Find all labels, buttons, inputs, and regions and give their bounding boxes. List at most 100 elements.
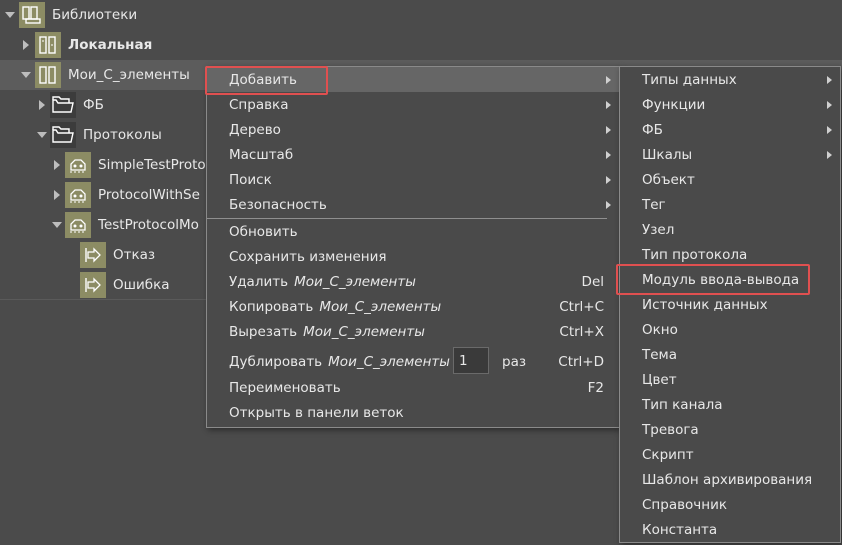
shortcut-label: Del bbox=[581, 273, 604, 290]
menu-item-help[interactable]: Справка bbox=[207, 92, 619, 117]
library-tree-panel: Библиотеки Локальная Мои_С_элементы ФБ П… bbox=[0, 0, 842, 545]
submenu-arrow-icon bbox=[827, 151, 832, 159]
submenu-arrow-icon bbox=[827, 126, 832, 134]
submenu-arrow-icon bbox=[606, 101, 611, 109]
submenu-item[interactable]: Тревога bbox=[620, 417, 840, 442]
duplicate-count-input[interactable] bbox=[453, 347, 489, 374]
submenu-item-label: ФБ bbox=[642, 121, 663, 138]
menu-item-label: Добавить bbox=[229, 71, 297, 88]
target-object-name: Мои_С_элементы bbox=[303, 323, 425, 340]
menu-item-label: Справка bbox=[229, 96, 289, 113]
transition-icon bbox=[80, 242, 106, 268]
target-object-name: Мои_С_элементы bbox=[319, 298, 442, 315]
collapse-arrow-icon[interactable] bbox=[4, 9, 16, 21]
submenu-item-label: Тема bbox=[642, 346, 678, 363]
menu-item-label: Дублировать Мои_С_элементы bbox=[229, 354, 450, 370]
folder-icon bbox=[50, 92, 76, 118]
tree-item-label: Ошибка bbox=[113, 277, 170, 293]
add-submenu: Типы данных Функции ФБ Шкалы Объект Тег Узел Ти… bbox=[619, 66, 841, 543]
submenu-item[interactable]: Скрипт bbox=[620, 442, 840, 467]
menu-item-refresh[interactable]: Обновить bbox=[207, 219, 619, 244]
protocol-icon bbox=[65, 212, 91, 238]
shortcut-label: F2 bbox=[587, 379, 604, 396]
submenu-item[interactable]: Окно bbox=[620, 317, 840, 342]
submenu-item[interactable]: ФБ bbox=[620, 117, 840, 142]
menu-item-cut[interactable]: Вырезать Мои_С_элементы Ctrl+X bbox=[207, 319, 619, 344]
expand-arrow-icon[interactable] bbox=[20, 39, 32, 51]
collapse-arrow-icon[interactable] bbox=[51, 219, 63, 231]
menu-item-rename[interactable]: Переименовать F2 bbox=[207, 375, 619, 400]
menu-item-copy[interactable]: Копировать Мои_С_элементы Ctrl+C bbox=[207, 294, 619, 319]
submenu-arrow-icon bbox=[606, 76, 611, 84]
tree-item-label: Отказ bbox=[113, 247, 156, 263]
tree-item-label: ФБ bbox=[83, 97, 104, 113]
context-menu: Добавить Справка Дерево Масштаб Поиск Бе… bbox=[206, 66, 620, 428]
expand-arrow-icon[interactable] bbox=[51, 159, 63, 171]
submenu-item-label: Модуль ввода-вывода bbox=[642, 271, 800, 288]
submenu-item[interactable]: Тема bbox=[620, 342, 840, 367]
action-text: Копировать bbox=[229, 298, 314, 315]
submenu-item-label: Окно bbox=[642, 321, 678, 338]
submenu-item[interactable]: Тип канала bbox=[620, 392, 840, 417]
shortcut-label: Ctrl+X bbox=[559, 323, 604, 340]
collapse-arrow-icon[interactable] bbox=[36, 129, 48, 141]
submenu-item[interactable]: Справочник bbox=[620, 492, 840, 517]
target-object-name: Мои_С_элементы bbox=[294, 273, 416, 290]
tree-item-label: ProtocolWithSe bbox=[98, 187, 200, 203]
menu-item-duplicate[interactable]: Дублировать Мои_С_элементы раз Ctrl+D bbox=[207, 344, 619, 379]
submenu-item[interactable]: Объект bbox=[620, 167, 840, 192]
submenu-item-label: Функции bbox=[642, 96, 706, 113]
folder-icon bbox=[50, 122, 76, 148]
tree-item-label: Мои_С_элементы bbox=[68, 67, 190, 83]
submenu-item[interactable]: Цвет bbox=[620, 367, 840, 392]
expand-arrow-icon[interactable] bbox=[36, 99, 48, 111]
menu-item-tree[interactable]: Дерево bbox=[207, 117, 619, 142]
menu-item-label: Поиск bbox=[229, 171, 272, 188]
target-object-name: Мои_С_элементы bbox=[328, 353, 450, 370]
submenu-item-label: Типы данных bbox=[642, 71, 737, 88]
tree-item-label: SimpleTestProto bbox=[98, 157, 206, 173]
action-text: Дублировать bbox=[229, 353, 323, 370]
tree-item-local[interactable]: Локальная bbox=[0, 30, 842, 60]
submenu-item[interactable]: Модуль ввода-вывода bbox=[620, 267, 840, 292]
menu-item-label: Вырезать Мои_С_элементы bbox=[229, 324, 425, 340]
submenu-item-label: Источник данных bbox=[642, 296, 768, 313]
submenu-item[interactable]: Узел bbox=[620, 217, 840, 242]
submenu-item[interactable]: Типы данных bbox=[620, 67, 840, 92]
menu-item-label: Открыть в панели веток bbox=[229, 404, 404, 421]
collapse-arrow-icon[interactable] bbox=[20, 69, 32, 81]
submenu-item[interactable]: Тип протокола bbox=[620, 242, 840, 267]
submenu-item[interactable]: Функции bbox=[620, 92, 840, 117]
submenu-item[interactable]: Шкалы bbox=[620, 142, 840, 167]
submenu-item-label: Шаблон архивирования bbox=[642, 471, 813, 488]
submenu-item-label: Тип канала bbox=[642, 396, 723, 413]
submenu-item[interactable]: Шаблон архивирования bbox=[620, 467, 840, 492]
action-text: Удалить bbox=[229, 273, 289, 290]
tree-item-label: TestProtocolMo bbox=[98, 217, 199, 233]
menu-item-scale[interactable]: Масштаб bbox=[207, 142, 619, 167]
expand-arrow-icon[interactable] bbox=[51, 189, 63, 201]
menu-item-add[interactable]: Добавить bbox=[207, 67, 619, 92]
submenu-item-label: Объект bbox=[642, 171, 695, 188]
tree-item-label: Локальная bbox=[68, 37, 153, 53]
menu-item-delete[interactable]: Удалить Мои_С_элементы Del bbox=[207, 269, 619, 294]
protocol-icon bbox=[65, 182, 91, 208]
menu-item-security[interactable]: Безопасность bbox=[207, 192, 619, 217]
menu-item-label: Сохранить изменения bbox=[229, 248, 387, 265]
submenu-arrow-icon bbox=[606, 201, 611, 209]
submenu-item[interactable]: Константа bbox=[620, 517, 840, 542]
submenu-item[interactable]: Источник данных bbox=[620, 292, 840, 317]
library-book-icon bbox=[35, 32, 61, 58]
library-icon bbox=[19, 2, 45, 28]
menu-item-label: Переименовать bbox=[229, 379, 341, 396]
tree-item-libraries[interactable]: Библиотеки bbox=[0, 0, 842, 30]
submenu-item-label: Тип протокола bbox=[642, 246, 748, 263]
submenu-item[interactable]: Тег bbox=[620, 192, 840, 217]
menu-item-search[interactable]: Поиск bbox=[207, 167, 619, 192]
menu-item-label: Удалить Мои_С_элементы bbox=[229, 274, 416, 290]
menu-item-save[interactable]: Сохранить изменения bbox=[207, 244, 619, 269]
submenu-item-label: Справочник bbox=[642, 496, 728, 513]
menu-item-label: Безопасность bbox=[229, 196, 327, 213]
submenu-item-label: Константа bbox=[642, 521, 718, 538]
menu-item-open-branch[interactable]: Открыть в панели веток bbox=[207, 400, 619, 425]
